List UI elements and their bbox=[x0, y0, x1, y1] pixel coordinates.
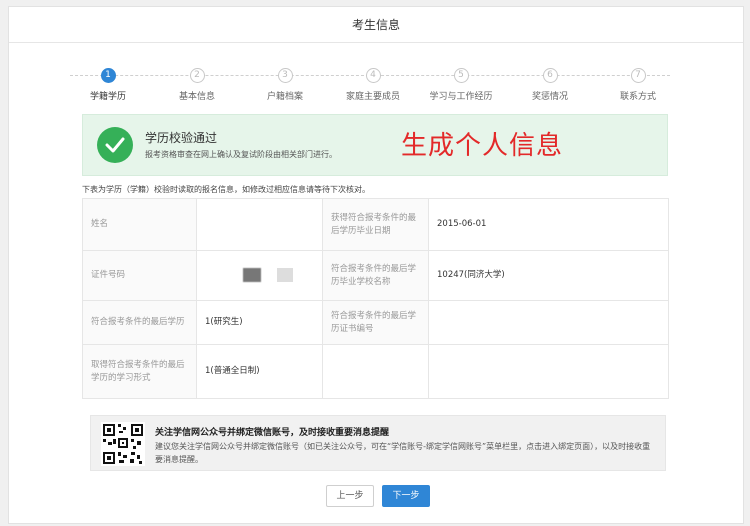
redacted-id-cell bbox=[196, 250, 323, 301]
table-row: 姓名 获得符合报考条件的最后学历毕业日期 2015-06-01 bbox=[82, 198, 669, 251]
step-label: 家庭主要成员 bbox=[345, 92, 400, 102]
step-2[interactable]: 2 基本信息 bbox=[152, 68, 242, 102]
step-number: 6 bbox=[542, 68, 558, 83]
header-bar: 考生信息 bbox=[9, 7, 743, 43]
step-label: 奖惩情况 bbox=[531, 92, 568, 102]
banner-title: 学历校验通过 bbox=[145, 131, 218, 145]
step-7[interactable]: 7 联系方式 bbox=[593, 68, 683, 102]
progress-stepper: 1 学籍学历 2 基本信息 3 户籍档案 4 家庭主要成员 5 学习与工作经历 … bbox=[70, 62, 670, 106]
step-number: 2 bbox=[189, 68, 205, 83]
notice-title: 关注学信网公众号并绑定微信账号，及时接收重要消息提醒 bbox=[155, 428, 390, 438]
step-1[interactable]: 1 学籍学历 bbox=[63, 68, 153, 102]
cell-value: 10247(同济大学) bbox=[428, 250, 669, 301]
step-number: 1 bbox=[100, 68, 116, 83]
step-label: 户籍档案 bbox=[266, 92, 303, 102]
next-step-button[interactable]: 下一步 bbox=[382, 485, 430, 507]
page-title: 考生信息 bbox=[351, 18, 400, 32]
step-6[interactable]: 6 奖惩情况 bbox=[505, 68, 595, 102]
step-number: 3 bbox=[277, 68, 293, 83]
cell-value: 1(普通全日制) bbox=[196, 344, 323, 399]
step-label: 学籍学历 bbox=[89, 92, 126, 102]
cell-value: 1(研究生) bbox=[196, 300, 323, 345]
step-5[interactable]: 5 学习与工作经历 bbox=[416, 68, 506, 102]
table-note: 下表为学历（学籍）校验时读取的报名信息，如修改过相应信息请等待下次核对。 bbox=[82, 185, 370, 194]
success-banner: 学历校验通过 报考资格审查在网上确认及复试阶段由相关部门进行。 生成个人信息 bbox=[82, 114, 668, 176]
step-label: 联系方式 bbox=[619, 92, 656, 102]
cell-label: 获得符合报考条件的最后学历毕业日期 bbox=[322, 198, 429, 251]
notice-description: 建议您关注学信网公众号并绑定微信账号（如已关注公众号，可在“学信账号-绑定学信网… bbox=[155, 442, 651, 464]
cell-label: 姓名 bbox=[82, 198, 197, 251]
cell-label: 符合报考条件的最后学历 bbox=[82, 300, 197, 345]
cell-label: 证件号码 bbox=[82, 250, 197, 301]
step-4[interactable]: 4 家庭主要成员 bbox=[328, 68, 418, 102]
info-table: 姓名 获得符合报考条件的最后学历毕业日期 2015-06-01 证件号码 符合报… bbox=[82, 198, 669, 399]
redaction-block bbox=[243, 268, 261, 283]
prev-step-button[interactable]: 上一步 bbox=[326, 485, 374, 507]
step-label: 基本信息 bbox=[178, 92, 215, 102]
wechat-notice: 关注学信网公众号并绑定微信账号，及时接收重要消息提醒 建议您关注学信网公众号并绑… bbox=[90, 415, 666, 471]
cell-value bbox=[322, 344, 429, 399]
cell-value bbox=[428, 300, 669, 345]
cell-value: 2015-06-01 bbox=[428, 198, 669, 251]
cell-value bbox=[196, 198, 323, 251]
cell-label: 符合报考条件的最后学历毕业学校名称 bbox=[322, 250, 429, 301]
step-number: 5 bbox=[453, 68, 469, 83]
cell-value bbox=[428, 344, 669, 399]
qr-code-icon bbox=[101, 422, 145, 466]
step-3[interactable]: 3 户籍档案 bbox=[240, 68, 330, 102]
step-number: 7 bbox=[630, 68, 646, 83]
table-row: 符合报考条件的最后学历 1(研究生) 符合报考条件的最后学历证书编号 bbox=[82, 300, 669, 345]
cell-label: 符合报考条件的最后学历证书编号 bbox=[322, 300, 429, 345]
redaction-block bbox=[277, 268, 293, 283]
table-row: 取得符合报考条件的最后学历的学习形式 1(普通全日制) bbox=[82, 344, 669, 399]
banner-subtitle: 报考资格审查在网上确认及复试阶段由相关部门进行。 bbox=[145, 150, 337, 159]
check-circle-icon bbox=[97, 127, 133, 163]
table-row: 证件号码 符合报考条件的最后学历毕业学校名称 10247(同济大学) bbox=[82, 250, 669, 301]
overlay-caption: 生成个人信息 bbox=[401, 131, 564, 161]
step-label: 学习与工作经历 bbox=[429, 92, 493, 102]
step-number: 4 bbox=[365, 68, 381, 83]
cell-label: 取得符合报考条件的最后学历的学习形式 bbox=[82, 344, 197, 399]
